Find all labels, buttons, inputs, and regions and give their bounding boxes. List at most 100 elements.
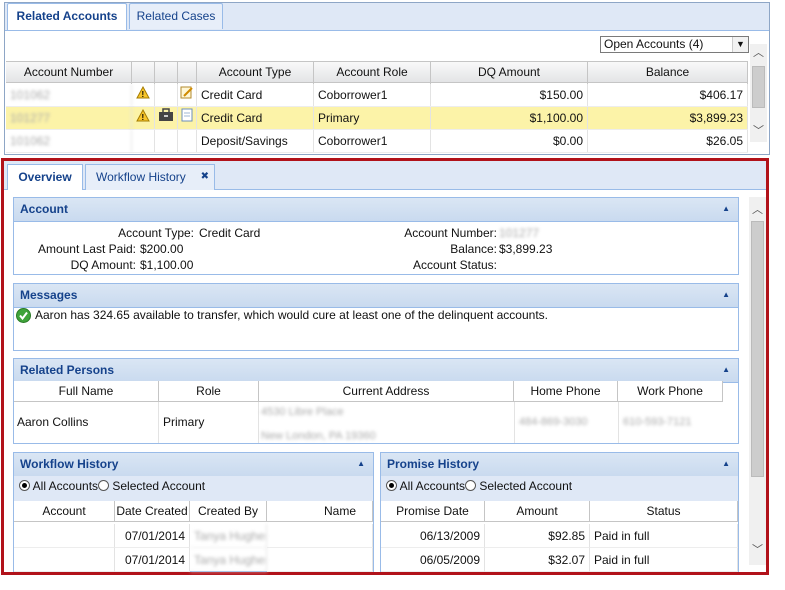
radio-checked-icon[interactable] [19,480,30,491]
balance-cell: $406.17 [588,84,748,106]
warning-cell [132,130,155,152]
radio-checked-icon[interactable] [386,480,397,491]
person-address-line1: 4530 Libre Place [261,406,344,418]
chevron-down-icon[interactable]: ▼ [732,37,748,52]
close-icon[interactable]: ✖ [201,165,209,189]
promise-history-header[interactable]: Promise History [381,453,738,477]
table-row[interactable]: 101277 ! Credit Card Primary $1,100.00 $… [6,107,748,130]
account-number-cell: 101062 [6,84,132,106]
balance-cell: $3,899.23 [588,107,748,129]
wf-created-by-cell: Tanya Hughes [190,548,267,572]
col-case[interactable] [155,62,178,84]
collapse-icon[interactable]: ▲ [722,204,730,213]
col-role[interactable]: Role [159,381,259,402]
note-cell [178,130,197,152]
table-row[interactable]: 101062 Deposit/Savings Coborrower1 $0.00… [6,130,748,153]
scroll-down-icon[interactable]: ﹀ [749,543,766,557]
col-promise-status[interactable]: Status [590,501,738,522]
dq-amount-label: DQ Amount: [70,258,136,272]
related-persons-header[interactable]: Related Persons [14,359,738,383]
tab-related-accounts[interactable]: Related Accounts [7,3,127,30]
promise-amount-cell: $32.07 [485,548,590,572]
workflow-radio-selected[interactable]: Selected Account [98,479,205,493]
col-dq-amount[interactable]: DQ Amount [431,62,588,84]
amount-last-paid-label: Amount Last Paid: [37,242,136,256]
tab-related-cases[interactable]: Related Cases [129,3,223,29]
document-icon[interactable] [178,107,197,129]
scroll-thumb[interactable] [751,221,764,477]
collapse-icon[interactable]: ▲ [722,459,730,468]
column-divider [618,402,619,443]
message-text: Aaron has 324.65 available to transfer, … [35,308,548,322]
workflow-history-title: Workflow History [20,457,119,471]
wf-date-cell: 07/01/2014 [115,524,190,548]
col-created-by[interactable]: Created By [190,501,267,522]
briefcase-icon[interactable] [155,107,178,129]
col-work-phone[interactable]: Work Phone [618,381,723,402]
account-type-cell: Deposit/Savings [197,130,314,152]
svg-text:!: ! [142,113,145,122]
collapse-icon[interactable]: ▲ [722,365,730,374]
promise-radio-all[interactable]: All Accounts [386,479,465,493]
tab-overview[interactable]: Overview [7,164,83,190]
promise-date-cell: 06/05/2009 [381,548,485,572]
account-status-label: Account Status: [412,258,497,272]
col-promise-date[interactable]: Promise Date [381,501,485,522]
account-number-label: Account Number: [404,226,497,240]
scroll-down-icon[interactable]: ﹀ [750,124,767,138]
col-balance[interactable]: Balance [588,62,748,84]
col-current-address[interactable]: Current Address [259,381,514,402]
col-note[interactable] [178,62,197,84]
account-panel-title: Account [20,202,68,216]
case-cell [155,130,178,152]
case-cell [155,84,178,106]
col-home-phone[interactable]: Home Phone [514,381,618,402]
col-account-number[interactable]: Account Number [6,62,132,84]
col-account-type[interactable]: Account Type [197,62,314,84]
collapse-icon[interactable]: ▲ [357,459,365,468]
col-wf-account[interactable]: Account [14,501,115,522]
scroll-up-icon[interactable]: ︿ [750,46,767,60]
overview-scrollbar[interactable]: ︿ ﹀ [749,197,766,565]
dq-amount-cell: $1,100.00 [431,107,588,129]
workflow-radio-all[interactable]: All Accounts [19,479,98,493]
person-name: Aaron Collins [14,402,159,443]
scroll-up-icon[interactable]: ︿ [749,203,766,217]
workflow-history-header[interactable]: Workflow History [14,453,373,477]
edit-note-icon[interactable] [178,84,197,106]
open-accounts-select-value: Open Accounts (4) [604,37,704,51]
account-number-cell: 101062 [6,130,132,152]
col-date-created[interactable]: Date Created [115,501,190,522]
workflow-radio-selected-label: Selected Account [112,479,206,493]
table-row[interactable]: 06/13/2009 $92.85 Paid in full [381,524,738,548]
collapse-icon[interactable]: ▲ [722,290,730,299]
wf-created-by-cell: Tanya Hughes [190,524,267,548]
tab-workflow-history[interactable]: Workflow History ✖ [85,164,215,190]
table-row[interactable]: 07/01/2014 Tanya Hughes [14,548,373,572]
radio-unchecked-icon[interactable] [98,480,109,491]
open-accounts-select[interactable]: Open Accounts (4) ▼ [600,36,749,53]
promise-radio-selected[interactable]: Selected Account [465,479,572,493]
col-wf-name[interactable]: Name [267,501,373,522]
wf-account-cell [14,548,115,572]
account-panel-header[interactable]: Account [14,198,738,222]
table-row[interactable]: Aaron Collins Primary 4530 Libre Place N… [14,402,723,443]
table-row[interactable]: 06/05/2009 $32.07 Paid in full [381,548,738,572]
accounts-grid-header: Account Number Account Type Account Role… [6,61,748,84]
col-promise-amount[interactable]: Amount [485,501,590,522]
account-number-cell: 101277 [6,107,132,129]
promise-date-cell: 06/13/2009 [381,524,485,548]
messages-panel-title: Messages [20,288,78,302]
table-row[interactable]: 101062 ! Credit Card Coborrower1 $150.00… [6,84,748,107]
radio-unchecked-icon[interactable] [465,480,476,491]
balance-value: $3,899.23 [499,242,553,256]
accounts-scrollbar[interactable]: ︿ ﹀ [750,44,767,142]
col-account-role[interactable]: Account Role [314,62,431,84]
tab-workflow-history-label: Workflow History [96,170,186,184]
table-row[interactable]: 07/01/2014 Tanya Hughes [14,524,373,548]
messages-panel-header[interactable]: Messages [14,284,738,308]
col-full-name[interactable]: Full Name [14,381,159,402]
scroll-thumb[interactable] [752,66,765,108]
col-warning[interactable] [132,62,155,84]
account-role-cell: Coborrower1 [314,84,431,106]
